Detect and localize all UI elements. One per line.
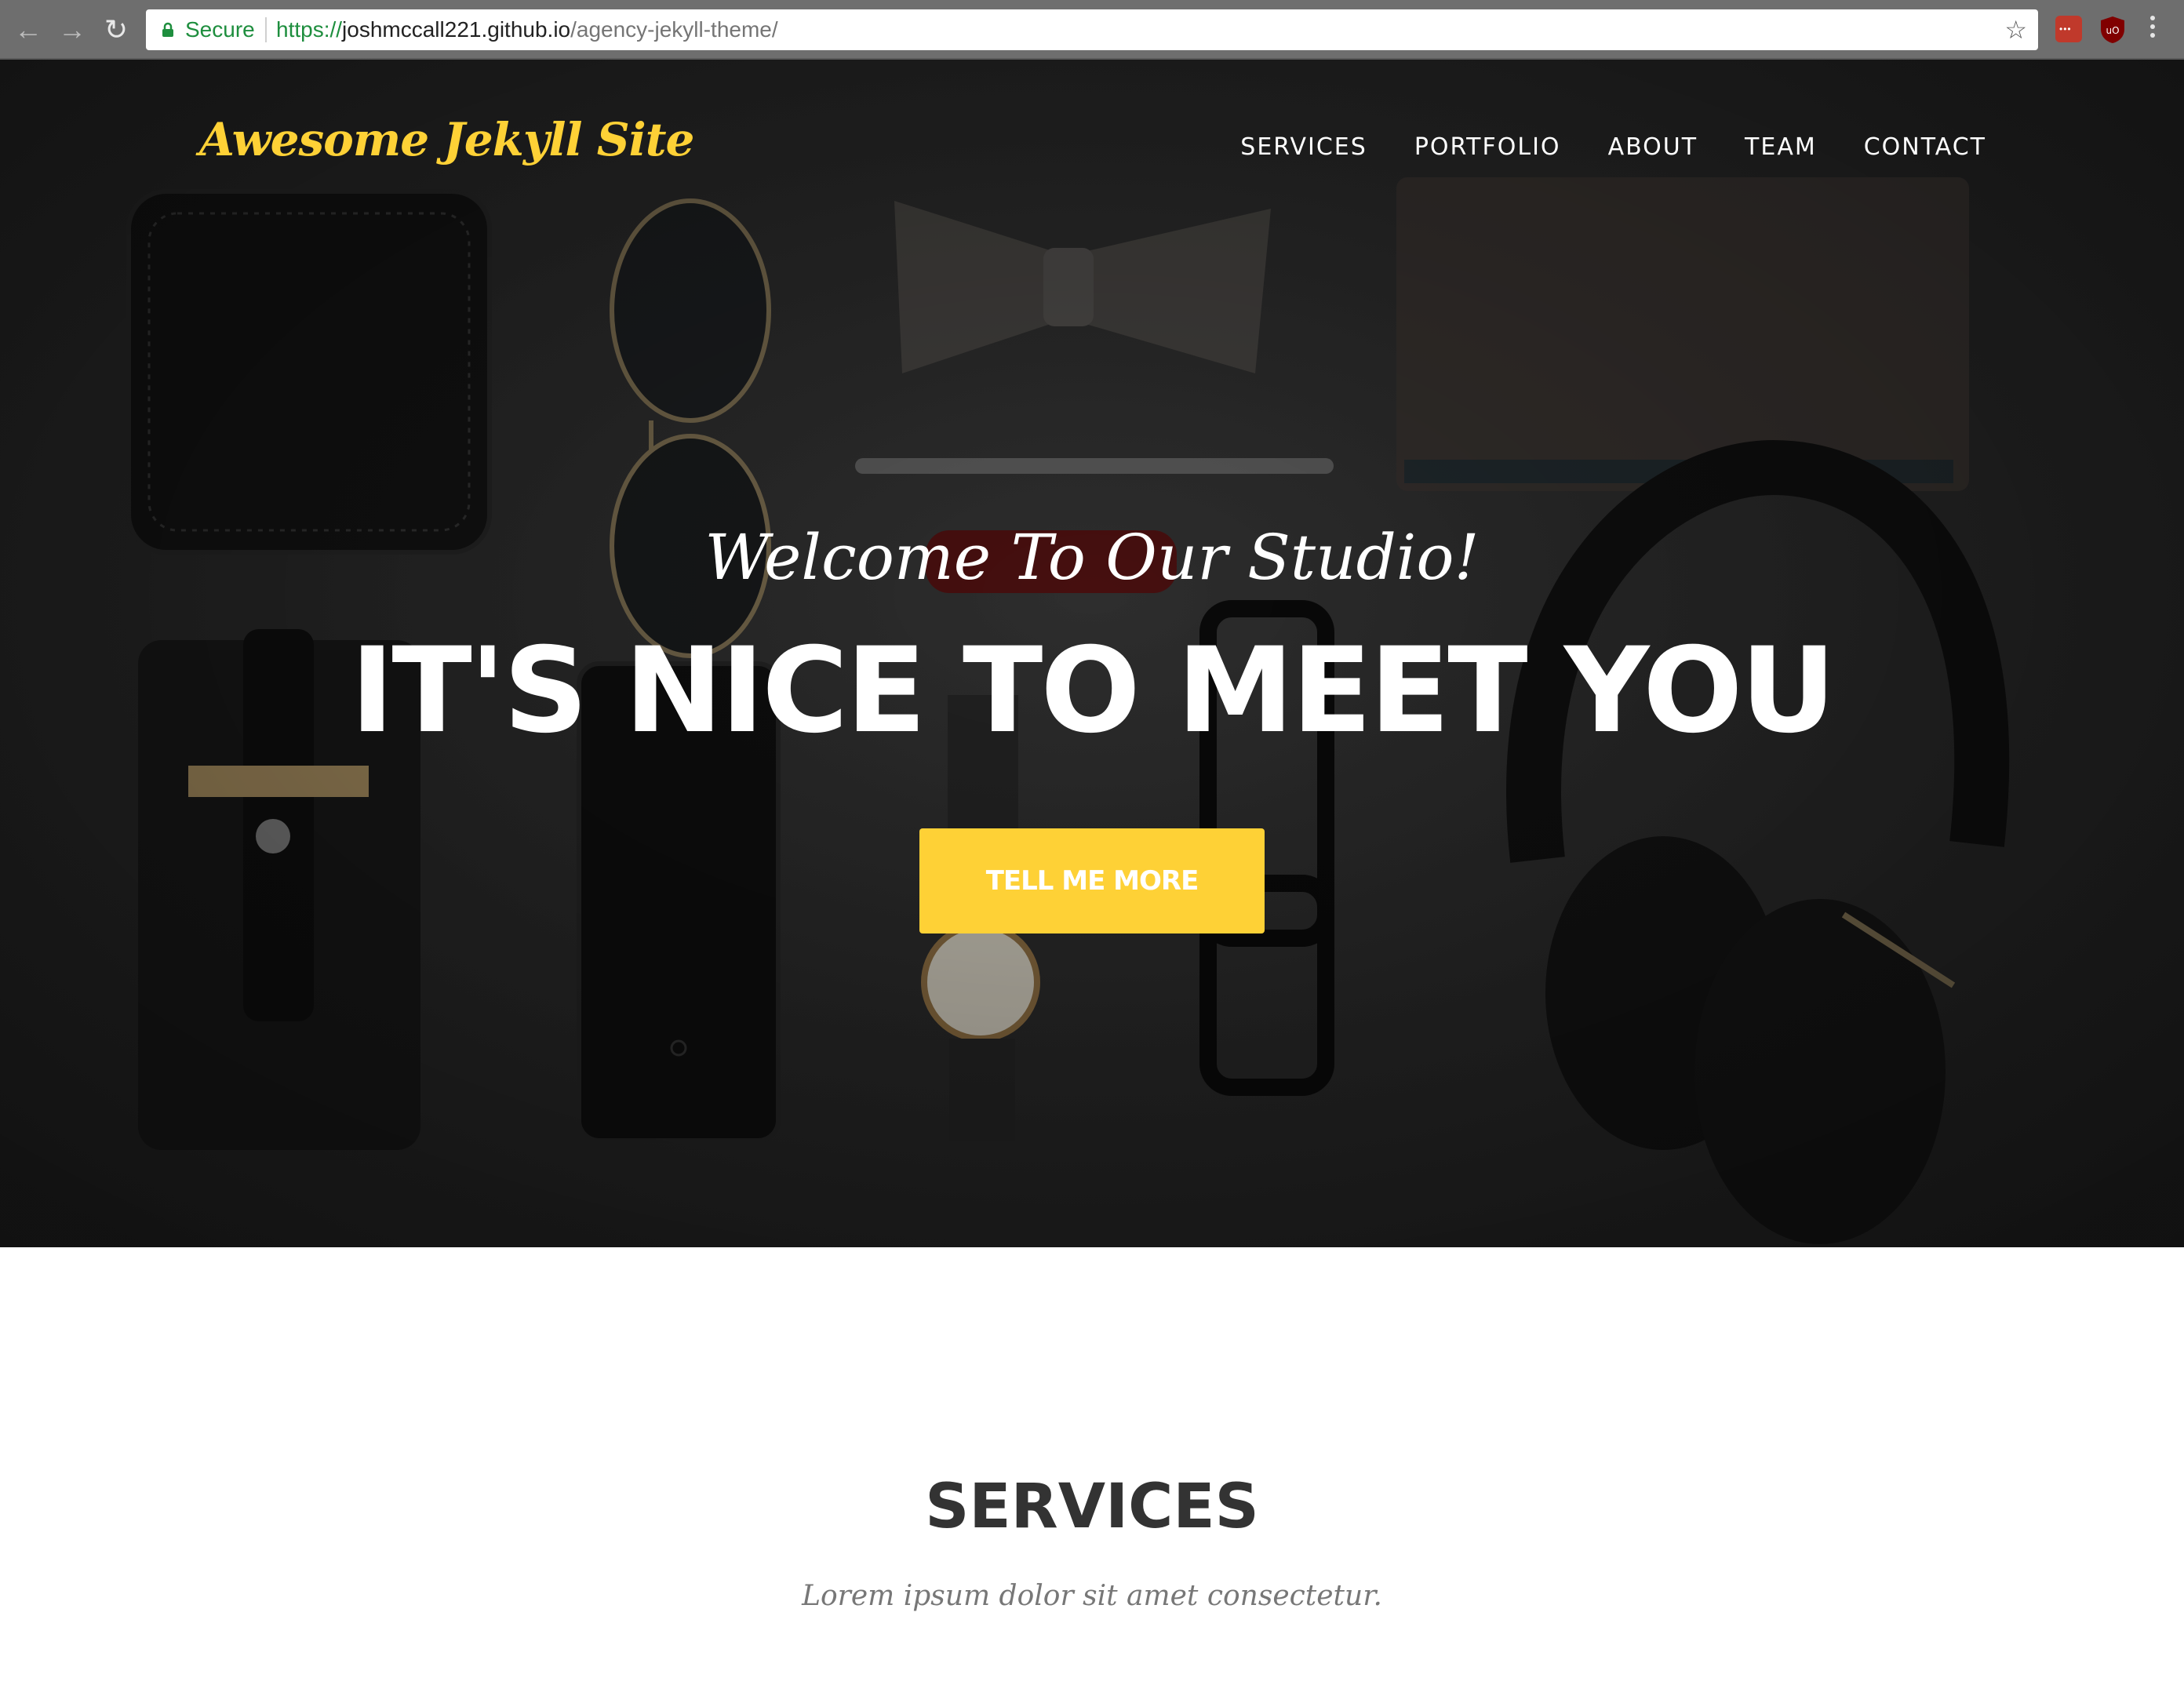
nav-link-services[interactable]: SERVICES: [1240, 133, 1367, 161]
services-subheading: Lorem ipsum dolor sit amet consectetur.: [802, 1580, 1382, 1612]
hero-section: Awesome Jekyll Site SERVICES PORTFOLIO A…: [0, 60, 2184, 1247]
omnibox-divider: [265, 17, 267, 42]
main-nav: SERVICES PORTFOLIO ABOUT TEAM CONTACT: [1240, 133, 1986, 161]
kebab-menu-icon[interactable]: [2148, 16, 2157, 44]
services-heading: SERVICES: [925, 1472, 1259, 1542]
back-arrow-icon[interactable]: ←: [9, 11, 47, 49]
lastpass-icon[interactable]: •••: [2055, 16, 2082, 42]
hero-heading: IT'S NICE TO MEET YOU: [350, 623, 1836, 759]
url-host: joshmccall221.github.io: [342, 17, 571, 42]
reload-icon[interactable]: ↻: [97, 11, 135, 49]
url-scheme: https://: [276, 17, 343, 42]
nav-link-contact[interactable]: CONTACT: [1864, 133, 1986, 161]
address-bar[interactable]: Secure https://joshmccall221.github.io/a…: [146, 9, 2038, 50]
forward-arrow-icon[interactable]: →: [53, 11, 91, 49]
hero-subheading: Welcome To Our Studio!: [704, 521, 1480, 594]
lock-icon: [162, 22, 173, 37]
nav-link-team[interactable]: TEAM: [1745, 133, 1817, 161]
nav-link-about[interactable]: ABOUT: [1608, 133, 1698, 161]
tell-me-more-button[interactable]: TELL ME MORE: [919, 828, 1265, 933]
brand-logo[interactable]: Awesome Jekyll Site: [199, 113, 694, 166]
svg-text:uO: uO: [2106, 25, 2119, 36]
ublock-icon[interactable]: uO: [2099, 16, 2126, 44]
browser-toolbar: ← → ↻ Secure https://joshmccall221.githu…: [0, 0, 2184, 60]
url-text[interactable]: https://joshmccall221.github.io/agency-j…: [276, 9, 778, 50]
nav-link-portfolio[interactable]: PORTFOLIO: [1414, 133, 1561, 161]
star-icon[interactable]: ☆: [2004, 9, 2027, 50]
secure-label: Secure: [185, 17, 255, 42]
url-path: /agency-jekyll-theme/: [570, 17, 778, 42]
